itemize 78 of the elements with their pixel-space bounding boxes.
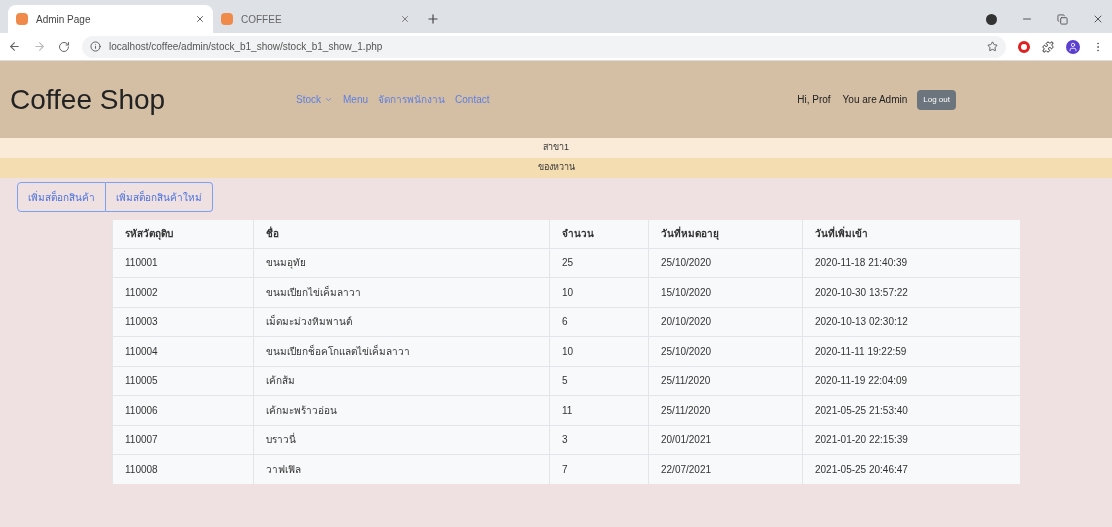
table-cell: 22/07/2021 xyxy=(648,454,803,484)
column-header: ชื่อ xyxy=(253,220,550,248)
table-cell: 2020-11-11 19:22:59 xyxy=(802,336,1020,366)
greeting-text: Hi, Prof xyxy=(797,93,831,107)
column-header: จำนวน xyxy=(549,220,649,248)
table-cell: 25/11/2020 xyxy=(648,366,803,396)
table-cell: 25 xyxy=(549,248,649,278)
category-bar: ของหวาน xyxy=(0,158,1112,178)
table-cell: 110006 xyxy=(112,395,254,425)
table-cell: 25/11/2020 xyxy=(648,395,803,425)
table-cell: 2020-10-13 02:30:12 xyxy=(802,307,1020,337)
logout-button[interactable]: Log out xyxy=(917,89,956,110)
table-cell: 2020-11-18 21:40:39 xyxy=(802,248,1020,278)
table-cell: 7 xyxy=(549,454,649,484)
bookmark-star-icon[interactable] xyxy=(987,41,998,52)
table-cell: 2021-05-25 21:53:40 xyxy=(802,395,1020,425)
table-cell: 110001 xyxy=(112,248,254,278)
table-cell: 25/10/2020 xyxy=(648,336,803,366)
table-cell: 2020-10-30 13:57:22 xyxy=(802,277,1020,307)
info-icon xyxy=(90,41,101,52)
table-cell: 3 xyxy=(549,425,649,455)
table-cell: 15/10/2020 xyxy=(648,277,803,307)
tab-favicon-icon xyxy=(221,13,233,25)
table-cell: 10 xyxy=(549,336,649,366)
browser-tab[interactable]: Admin Page xyxy=(8,5,213,33)
extensions-icon[interactable] xyxy=(1042,40,1054,53)
caret-icon xyxy=(324,95,333,104)
table-cell: 20/01/2021 xyxy=(648,425,803,455)
table-cell: 110005 xyxy=(112,366,254,396)
table-cell: เค้กส้ม xyxy=(253,366,550,396)
nav-link[interactable]: Contact xyxy=(455,92,490,107)
table-cell: วาฟเฟิล xyxy=(253,454,550,484)
table-cell: เค้กมะพร้าวอ่อน xyxy=(253,395,550,425)
add-stock-button[interactable]: เพิ่มสต็อกสินค้า xyxy=(17,182,106,212)
table-cell: ขนมเปียกช็อคโกแลตไข่เค็มลาวา xyxy=(253,336,550,366)
column-header: รหัสวัตถุดิบ xyxy=(112,220,254,248)
close-icon[interactable] xyxy=(400,14,410,24)
close-icon[interactable] xyxy=(1092,13,1104,25)
table-cell: 2020-11-19 22:04:09 xyxy=(802,366,1020,396)
role-text: You are Admin xyxy=(842,93,908,107)
nav-link[interactable]: Stock xyxy=(296,92,333,107)
reload-icon[interactable] xyxy=(58,40,70,53)
new-tab-icon[interactable] xyxy=(426,12,440,26)
url-text: localhost/coffee/admin/stock_b1_show/stock_b1_show_1.php xyxy=(109,40,384,54)
profile-icon[interactable] xyxy=(986,13,997,25)
column-header: วันที่เพิ่มเข้า xyxy=(802,220,1020,248)
branch-bar: สาขา1 xyxy=(0,138,1112,158)
table-cell: 10 xyxy=(549,277,649,307)
table-cell: เม็ดมะม่วงหิมพานต์ xyxy=(253,307,550,337)
tab-title: Admin Page xyxy=(36,12,92,27)
table-cell: 110007 xyxy=(112,425,254,455)
table-cell: 2021-05-25 20:46:47 xyxy=(802,454,1020,484)
table-cell: 25/10/2020 xyxy=(648,248,803,278)
tab-title: COFFEE xyxy=(241,12,283,27)
extension-icon[interactable] xyxy=(1018,40,1030,53)
nav-link[interactable]: Menu xyxy=(343,92,369,107)
table-cell: 20/10/2020 xyxy=(648,307,803,337)
brand-title[interactable]: Coffee Shop xyxy=(10,78,296,121)
table-cell: ขนมเปียกไข่เค็มลาวา xyxy=(253,277,550,307)
table-cell: 6 xyxy=(549,307,649,337)
back-icon[interactable] xyxy=(8,40,21,53)
table-cell: 110003 xyxy=(112,307,254,337)
table-cell: ขนมอุทัย xyxy=(253,248,550,278)
restore-icon[interactable] xyxy=(1057,13,1068,25)
table-cell: 11 xyxy=(549,395,649,425)
close-icon[interactable] xyxy=(195,14,205,24)
avatar-icon[interactable] xyxy=(1066,39,1080,54)
table-cell: 110008 xyxy=(112,454,254,484)
table-cell: 110004 xyxy=(112,336,254,366)
table-cell: บราวนี่ xyxy=(253,425,550,455)
table-cell: 5 xyxy=(549,366,649,396)
address-bar[interactable]: localhost/coffee/admin/stock_b1_show/stock_b1_show_1.php xyxy=(82,35,1006,58)
column-header: วันที่หมดอายุ xyxy=(648,220,803,248)
table-cell: 110002 xyxy=(112,277,254,307)
table-cell: 2021-01-20 22:15:39 xyxy=(802,425,1020,455)
nav-link[interactable]: จัดการพนักงาน xyxy=(378,92,446,107)
tab-favicon-icon xyxy=(16,13,28,25)
add-stock-button[interactable]: เพิ่มสต็อกสินค้าใหม่ xyxy=(106,182,213,212)
